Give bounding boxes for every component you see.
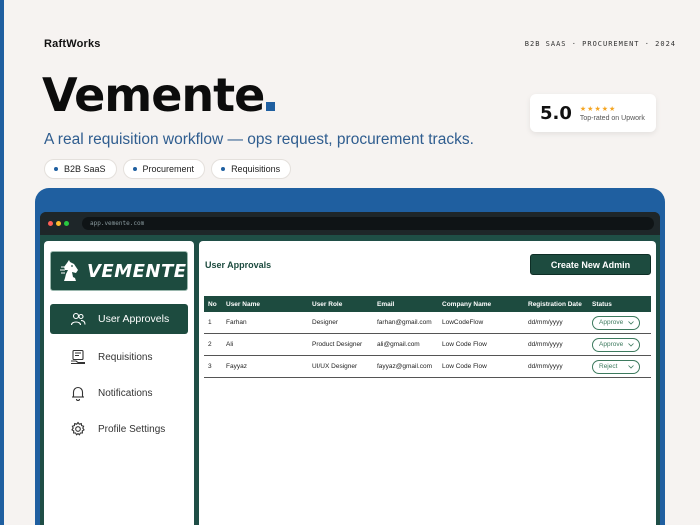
cell-company: LowCodeFlow — [442, 319, 484, 326]
column-header: Company Name — [442, 300, 492, 308]
status-value: Approve — [599, 341, 624, 348]
accent-stripe — [0, 0, 4, 525]
tag-dot — [132, 167, 137, 171]
browser-window: app.vemente.com VEMENTE User Approvels R… — [40, 212, 660, 525]
cell-user-name: Farhan — [226, 319, 247, 326]
cell-user-name: Fayyaz — [226, 363, 247, 370]
cell-user-role: Product Designer — [312, 341, 363, 348]
column-header: User Name — [226, 300, 260, 308]
maximize-window-icon[interactable] — [64, 221, 69, 226]
cell-no: 1 — [208, 319, 212, 326]
column-header: User Role — [312, 300, 343, 308]
cell-user-name: Ali — [226, 341, 234, 348]
cell-email: fayyaz@gmail.com — [377, 363, 433, 370]
column-header: No — [208, 300, 217, 308]
rating-score: 5.0 — [540, 102, 572, 124]
cell-registration-date: dd/mm/yyyy — [528, 341, 563, 348]
approvals-table: No User Name User Role Email Company Nam… — [204, 296, 651, 378]
close-window-icon[interactable] — [48, 221, 53, 226]
tag-label: Requisitions — [231, 164, 281, 174]
chevron-down-icon — [628, 342, 634, 347]
tag-dot — [221, 167, 226, 171]
app-viewport: VEMENTE User Approvels Requisitions Noti… — [40, 235, 660, 525]
cell-user-role: Designer — [312, 319, 339, 326]
logo-text: VEMENTE — [87, 260, 187, 282]
cell-registration-date: dd/mm/yyyy — [528, 319, 563, 326]
tag-label: B2B SaaS — [64, 164, 106, 174]
cell-company: Low Code Flow — [442, 363, 487, 370]
page-title: User Approvals — [205, 260, 272, 270]
table-row: 3 Fayyaz UI/UX Designer fayyaz@gmail.com… — [204, 356, 651, 378]
hero-title-text: Vemente — [42, 68, 265, 122]
cell-user-role: UI/UX Designer — [312, 363, 358, 370]
requisitions-icon — [71, 349, 85, 365]
sidebar-item-requisitions[interactable]: Requisitions — [50, 342, 188, 372]
tag: B2B SaaS — [44, 159, 117, 179]
tag-dot — [54, 167, 58, 171]
status-cell: Approve — [588, 337, 651, 352]
sidebar-item-label: Profile Settings — [98, 423, 166, 435]
status-cell: Approve — [588, 315, 651, 330]
hero-subtitle: A real requisition workflow — ops reques… — [44, 131, 474, 148]
column-header: Email — [377, 300, 395, 308]
main-panel: User Approvals Create New Admin No User … — [199, 241, 656, 525]
status-dropdown[interactable]: Reject — [592, 359, 640, 374]
cell-no: 3 — [208, 363, 212, 370]
tag-label: Procurement — [142, 164, 195, 174]
status-value: Reject — [599, 363, 618, 370]
knight-logo-icon — [60, 260, 78, 281]
sidebar-item-notifications[interactable]: Notifications — [50, 378, 188, 408]
brand-name[interactable]: RaftWorks — [44, 38, 101, 50]
hero-title: Vemente — [42, 72, 276, 118]
sidebar-item-label: User Approvels — [98, 313, 170, 325]
cell-email: ali@gmail.com — [377, 341, 420, 348]
table-row: 1 Farhan Designer farhan@gmail.com LowCo… — [204, 312, 651, 334]
tag: Requisitions — [211, 159, 292, 179]
cell-company: Low Code Flow — [442, 341, 487, 348]
sidebar-item-label: Requisitions — [98, 351, 153, 363]
gear-icon — [71, 421, 85, 436]
project-meta: B2B SAAS · PROCUREMENT · 2024 — [524, 40, 676, 48]
column-header: Registration Date — [528, 300, 582, 308]
sidebar-item-profile-settings[interactable]: Profile Settings — [50, 414, 188, 444]
title-dot — [266, 102, 276, 111]
status-value: Approve — [599, 319, 624, 326]
table-header: No User Name User Role Email Company Nam… — [204, 296, 651, 312]
rating-label: Top-rated on Upwork — [579, 114, 645, 122]
status-dropdown[interactable]: Approve — [592, 337, 640, 352]
status-cell: Reject — [588, 359, 651, 374]
address-bar[interactable]: app.vemente.com — [82, 217, 654, 230]
table-row: 2 Ali Product Designer ali@gmail.com Low… — [204, 334, 651, 356]
minimize-window-icon[interactable] — [56, 221, 61, 226]
cell-no: 2 — [208, 341, 212, 348]
sidebar: VEMENTE User Approvels Requisitions Noti… — [44, 241, 194, 525]
cell-email: farhan@gmail.com — [377, 319, 432, 326]
app-logo[interactable]: VEMENTE — [50, 251, 188, 291]
chevron-down-icon — [628, 320, 634, 325]
tag: Procurement — [122, 159, 206, 179]
status-dropdown[interactable]: Approve — [592, 315, 640, 330]
sidebar-item-user-approvals[interactable]: User Approvels — [50, 304, 188, 334]
tag-list: B2B SaaS Procurement Requisitions — [44, 159, 292, 179]
cell-registration-date: dd/mm/yyyy — [528, 363, 563, 370]
bell-icon — [72, 386, 84, 401]
chevron-down-icon — [628, 364, 634, 369]
sidebar-item-label: Notifications — [98, 387, 153, 399]
create-new-admin-button[interactable]: Create New Admin — [530, 254, 651, 275]
users-icon — [70, 312, 86, 326]
column-header: Status — [592, 300, 612, 308]
rating-card: 5.0 ★★★★★ Top-rated on Upwork — [530, 94, 656, 132]
browser-toolbar: app.vemente.com — [40, 212, 660, 235]
star-rating-icon: ★★★★★ — [579, 105, 617, 113]
